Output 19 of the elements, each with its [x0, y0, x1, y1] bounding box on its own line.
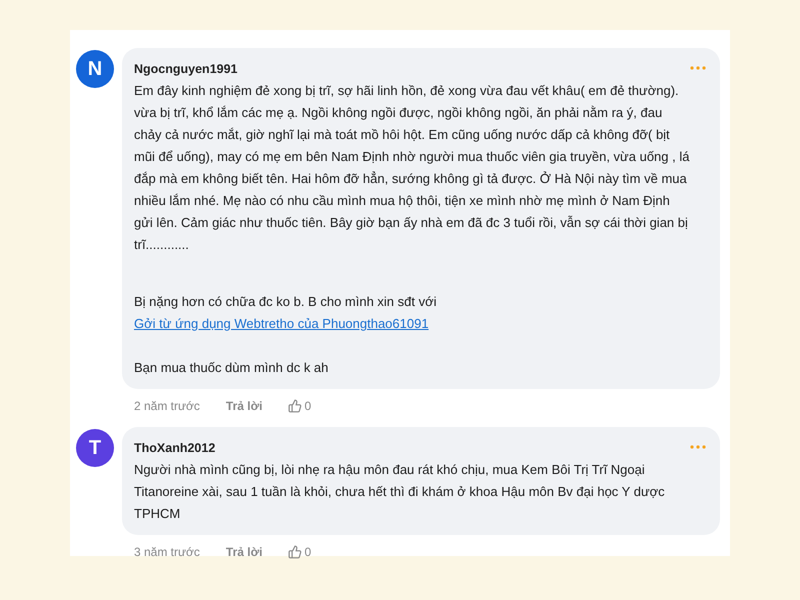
thumbs-up-icon	[288, 545, 302, 559]
comment-text: Người nhà mình cũng bị, lòi nhẹ ra hậu môn đau rát khó chịu, mua Kem Bôi Trị Trĩ Ngoại Titanoreine xài, sau 1 tuần là khỏi, chưa hết thì đi khám ở khoa Hậu môn Bv đại học Y dược TPHCM	[134, 461, 666, 523]
reply-link[interactable]: Trả lời	[226, 399, 262, 413]
app-link[interactable]: Gởi từ ứng dụng Webtretho của Phuongthao61091	[134, 313, 429, 335]
timestamp: 2 năm trước	[134, 399, 200, 413]
reply-link[interactable]: Trả lời	[226, 545, 262, 559]
author-name: ThoXanh2012	[134, 441, 216, 455]
timestamp: 3 năm trước	[134, 545, 200, 559]
more-icon[interactable]	[690, 66, 706, 70]
comment-text: Bị nặng hơn có chữa đc ko b. B cho mình xin sđt với	[134, 293, 438, 311]
more-icon[interactable]	[690, 445, 706, 449]
comment-text: Em đây kinh nghiệm đẻ xong bị trĩ, sợ hãi linh hồn, đẻ xong vừa đau vết khâu( em đẻ thường). vừa bị trĩ, khổ lắm các mẹ ạ. Ngồi không ngồi được, ngồi không ngồi, ăn phải nằm ra ý, đau chảy cả nước mắt, giờ nghĩ lại mà toát mồ hôi hột. Em cũng uống nước dấp cả không đỡ( bịt mũi để uống), may có mẹ em bên Nam Định nhờ người mua thuốc viên gia truyền, vừa uống , lá đắp mà em không biết tên. Hai hôm đỡ hẳn, sướng không gì tả được. Ở Hà Nội này tìm về mua nhiều lắm nhé. Mẹ nào có nhu cầu mình mua hộ thôi, tiện xe mình nhờ mẹ mình ở Nam Định gửi lên. Cảm giác như thuốc tiên. Bây giờ bạn ấy nhà em đã đc 3 tuổi rồi, vẫn sợ cái thời gian bị trĩ............	[134, 82, 690, 254]
author-name: Ngocnguyen1991	[134, 62, 238, 76]
avatar: T	[76, 429, 114, 467]
comment-text: Bạn mua thuốc dùm mình dc k ah	[134, 359, 330, 377]
like-button[interactable]: 0	[288, 399, 312, 413]
avatar: N	[76, 50, 114, 88]
like-button[interactable]: 0	[288, 545, 312, 559]
thumbs-up-icon	[288, 399, 302, 413]
